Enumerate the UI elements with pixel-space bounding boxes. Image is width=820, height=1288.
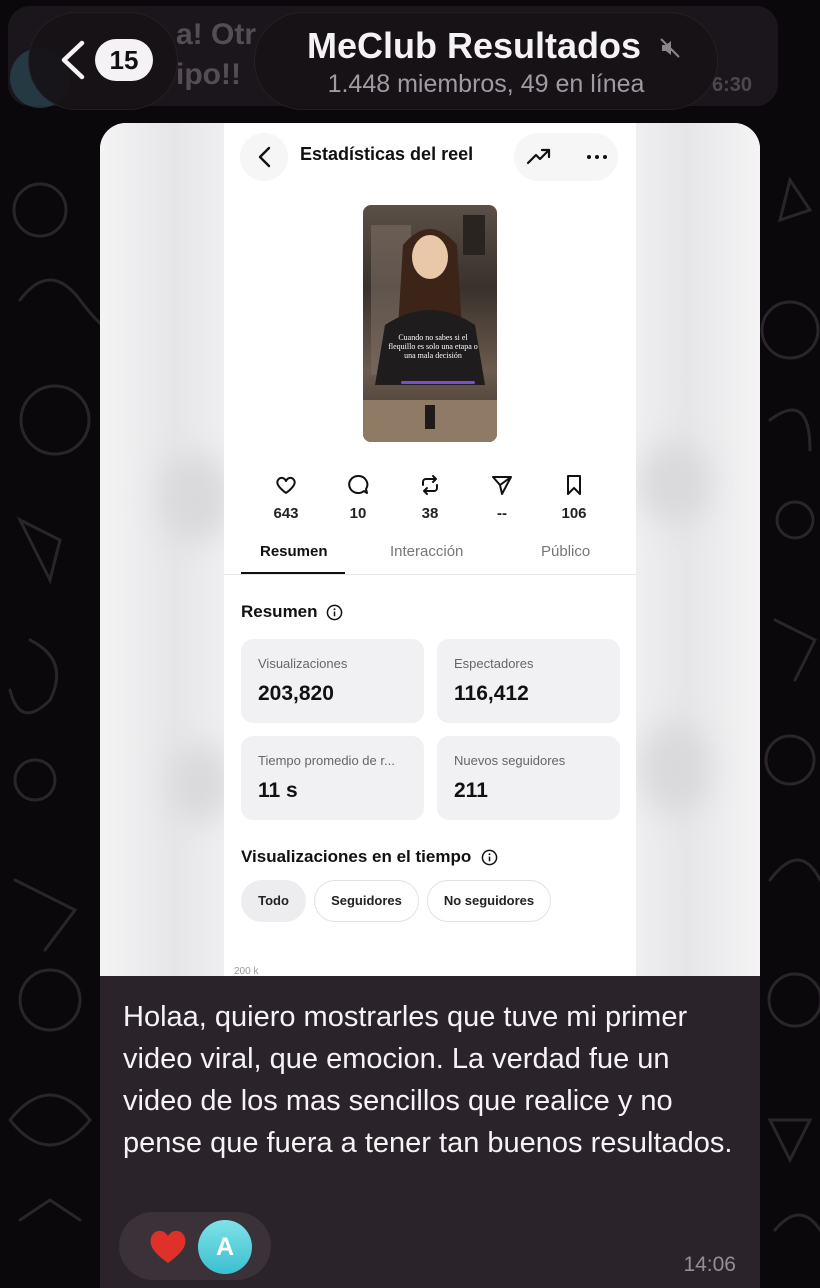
stat-shares: --: [472, 473, 532, 522]
insights-title: Estadísticas del reel: [300, 144, 474, 164]
blur-shape: [640, 723, 710, 813]
previous-message-fragment: ipo!!: [176, 58, 241, 91]
card-value: 116,412: [454, 682, 529, 705]
filter-todo[interactable]: Todo: [241, 880, 306, 922]
card-value: 11 s: [258, 779, 298, 802]
previous-message-time: 6:30: [712, 74, 753, 96]
repost-icon: [422, 475, 438, 495]
stat-comments: 10: [328, 473, 388, 522]
reel-thumbnail[interactable]: Cuando no sabes si el flequillo es solo …: [363, 205, 497, 442]
reposts-count: 38: [421, 505, 439, 522]
muted-icon: [660, 38, 680, 58]
chevron-left-icon: [61, 40, 85, 80]
reel-thumbnail-illustration: [363, 215, 497, 442]
heart-icon: [276, 476, 296, 494]
filter-no-seguidores[interactable]: No seguidores: [427, 880, 551, 922]
chat-subtitle: 1.448 miembros, 49 en línea: [327, 70, 645, 98]
stat-saves: 106: [544, 473, 604, 522]
card-visualizaciones: Visualizaciones 203,820: [241, 639, 424, 723]
filter-seguidores[interactable]: Seguidores: [314, 880, 419, 922]
reactor-avatar[interactable]: A: [198, 1220, 252, 1274]
info-icon[interactable]: [326, 604, 343, 621]
card-label: Espectadores: [454, 656, 534, 671]
heart-reaction-icon[interactable]: [148, 1227, 188, 1265]
stat-reposts: 38: [400, 473, 460, 522]
message-time: 14:06: [683, 1253, 736, 1276]
blurred-right-area: [636, 123, 760, 976]
card-label: Nuevos seguidores: [454, 753, 566, 768]
card-tiempo-promedio: Tiempo promedio de r... 11 s: [241, 736, 424, 820]
previous-message-fragment: a! Otr: [176, 18, 257, 51]
summary-title: Resumen: [241, 602, 318, 621]
attached-screenshot[interactable]: Estadísticas del reel Cuando no sabes si…: [100, 123, 760, 976]
send-icon: [492, 476, 512, 495]
info-icon[interactable]: [481, 849, 498, 866]
card-label: Tiempo promedio de r...: [258, 753, 395, 768]
likes-count: 643: [273, 505, 299, 522]
card-value: 203,820: [258, 682, 334, 705]
stat-likes: 643: [256, 473, 316, 522]
trending-icon[interactable]: [526, 144, 552, 170]
bookmark-icon: [567, 475, 581, 495]
comment-icon: [348, 474, 369, 494]
shares-count: --: [497, 505, 507, 522]
card-espectadores: Espectadores 116,412: [437, 639, 620, 723]
chart-axis-label: 200 k: [234, 966, 259, 976]
reel-caption: Cuando no sabes si el flequillo es solo …: [388, 333, 478, 360]
unread-count-badge: 15: [95, 39, 153, 81]
insights-back-button[interactable]: [240, 133, 288, 181]
tab-publico[interactable]: Público: [541, 543, 590, 560]
tabs-divider: [224, 574, 636, 575]
tab-resumen[interactable]: Resumen: [260, 543, 328, 560]
message-bubble[interactable]: Estadísticas del reel Cuando no sabes si…: [100, 123, 760, 1288]
reel-insights-screen: Estadísticas del reel Cuando no sabes si…: [224, 123, 636, 976]
card-value: 211: [454, 779, 488, 802]
tab-interaccion[interactable]: Interacción: [390, 543, 463, 560]
blurred-left-area: [100, 123, 224, 976]
comments-count: 10: [349, 505, 367, 522]
saves-count: 106: [561, 505, 587, 522]
chevron-left-icon: [258, 146, 271, 168]
blur-shape: [640, 443, 710, 523]
card-nuevos-seguidores: Nuevos seguidores 211: [437, 736, 620, 820]
blur-shape: [160, 453, 230, 543]
blur-shape: [170, 743, 230, 823]
reel-caption-highlight: [401, 381, 475, 384]
views-over-time-title: Visualizaciones en el tiempo: [241, 847, 472, 866]
message-text: Holaa, quiero mostrarles que tuve mi pri…: [123, 1001, 733, 1159]
more-options-icon[interactable]: [584, 144, 610, 170]
card-label: Visualizaciones: [258, 656, 348, 671]
chat-title: MeClub Resultados: [306, 25, 642, 66]
